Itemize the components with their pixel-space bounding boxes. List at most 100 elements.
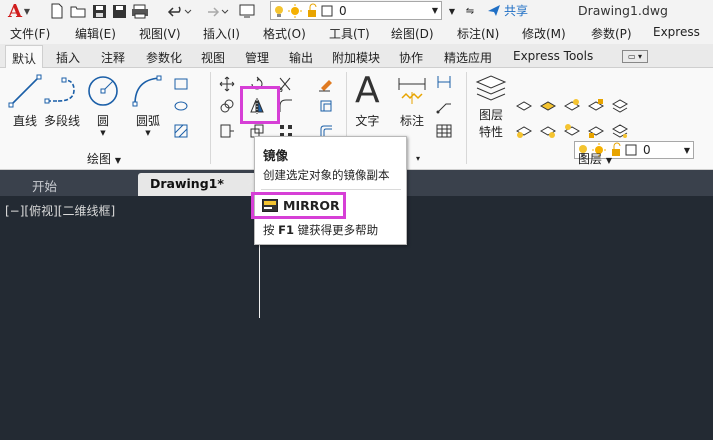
save-icon[interactable] (90, 2, 108, 20)
chevron-down-icon: ▼ (23, 6, 31, 16)
tooltip-title: 镜像 (263, 148, 289, 163)
polyline-label: 多段线 (44, 114, 81, 128)
tab-drawing1[interactable]: Drawing1* (138, 173, 258, 196)
menu-view[interactable]: 视图(V) (139, 25, 181, 42)
chevron-down-icon: ▼ (683, 145, 690, 155)
layer-tool-3-icon[interactable] (563, 98, 581, 114)
layer-tool-7-icon[interactable] (539, 123, 557, 139)
viewport-controls[interactable]: [−][俯视][二维线框] (5, 202, 115, 219)
arc-button[interactable]: 圆弧 ▼ (131, 74, 165, 137)
layer-properties-label-1: 图层 (478, 108, 503, 122)
layer-value: 0 (339, 3, 347, 18)
mirror-tooltip: 镜像 创建选定对象的镜像副本 MIRROR 按 F1 键获得更多帮助 (251, 136, 407, 245)
move-icon[interactable] (219, 76, 235, 92)
draw-panel-title[interactable]: 绘图 ▼ (87, 150, 121, 167)
line-label: 直线 (12, 114, 37, 128)
polyline-button[interactable]: 多段线 (44, 74, 80, 129)
chevron-down-icon: ▼ (100, 129, 106, 137)
tab-express-tools[interactable]: Express Tools (513, 49, 593, 63)
layer-tool-4-icon[interactable] (587, 98, 605, 114)
tab-manage[interactable]: 管理 (245, 49, 269, 66)
menu-format[interactable]: 格式(O) (263, 25, 306, 42)
hatch-icon[interactable] (173, 123, 189, 139)
plot-icon[interactable] (131, 2, 149, 20)
tab-collaborate[interactable]: 协作 (399, 49, 423, 66)
circle-button[interactable]: 圆 ▼ (86, 74, 120, 137)
document-title: Drawing1.dwg (578, 3, 668, 18)
layer-tool-5-icon[interactable] (611, 98, 629, 114)
chevron-down-icon: ▾ (416, 154, 421, 163)
menu-tools[interactable]: 工具(T) (329, 25, 370, 42)
chevron-down-icon: ▼ (431, 6, 438, 15)
title-bar: A ▼ 0 ▼ ▼ ⇋ 共享 Drawing1.dwg (0, 0, 713, 22)
menu-parametric[interactable]: 参数(P) (591, 25, 632, 42)
layer-properties-icon (475, 75, 507, 101)
menu-insert[interactable]: 插入(I) (203, 25, 240, 42)
redo-icon[interactable] (203, 2, 231, 20)
menu-dimension[interactable]: 标注(N) (457, 25, 499, 42)
menu-modify[interactable]: 修改(M) (522, 25, 566, 42)
help-prefix: 按 (263, 223, 279, 237)
tab-start[interactable]: 开始 (20, 173, 69, 196)
tab-home[interactable]: 默认 (5, 45, 44, 69)
tab-insert[interactable]: 插入 (56, 49, 80, 66)
layer-tool-8-icon[interactable] (563, 123, 581, 139)
layer-properties-button[interactable]: 图层 特性 (474, 74, 508, 140)
layer-state-icons (275, 3, 333, 18)
linear-dimension-icon[interactable] (436, 74, 452, 90)
layer-tool-9-icon[interactable] (587, 123, 605, 139)
share-button[interactable]: 共享 (487, 2, 528, 19)
rectangle-icon[interactable] (173, 76, 189, 92)
mirror-tool-highlight (240, 86, 280, 124)
tab-featured-apps[interactable]: 精选应用 (444, 49, 492, 66)
ribbon-options-icon[interactable]: ▭ ▾ (622, 50, 648, 63)
menu-draw[interactable]: 绘图(D) (391, 25, 434, 42)
tab-output[interactable]: 输出 (289, 49, 313, 66)
tab-parametric[interactable]: 参数化 (146, 49, 182, 66)
menu-express[interactable]: Express (653, 25, 700, 39)
ribbon-tabs: 默认 插入 注释 参数化 视图 管理 输出 附加模块 协作 精选应用 Expre… (0, 44, 713, 69)
save-as-icon[interactable] (110, 2, 128, 20)
dimension-button[interactable]: 标注 (396, 74, 428, 129)
copy-icon[interactable] (219, 98, 235, 114)
explode-icon[interactable] (318, 98, 334, 114)
dropdown-arrow-icon[interactable]: ▼ (446, 2, 458, 20)
arc-label: 圆弧 (135, 114, 160, 128)
tab-annotate[interactable]: 注释 (101, 49, 125, 66)
table-icon[interactable] (436, 123, 452, 139)
layer-properties-label-2: 特性 (478, 125, 503, 139)
text-button[interactable]: A 文字 (355, 73, 380, 129)
open-folder-icon[interactable] (69, 2, 87, 20)
layer-tool-1-icon[interactable] (515, 98, 533, 114)
new-file-icon[interactable] (48, 2, 66, 20)
autocad-logo-icon: A (7, 0, 22, 22)
line-button[interactable]: 直线 (8, 74, 42, 129)
line-icon (8, 74, 42, 108)
leader-icon[interactable] (436, 98, 452, 114)
application-menu-button[interactable]: A ▼ (2, 0, 36, 22)
fillet-icon[interactable] (278, 98, 294, 114)
layers-panel-title[interactable]: 图层 ▼ (578, 150, 612, 167)
dimension-label: 标注 (399, 114, 424, 128)
panel-divider (466, 72, 467, 164)
layer-tool-2-icon[interactable] (539, 98, 557, 114)
tooltip-description: 创建选定对象的镜像副本 (263, 168, 390, 182)
layer-tool-6-icon[interactable] (515, 123, 533, 139)
dimension-icon (398, 78, 426, 104)
customize-quick-access-icon[interactable]: ⇋ (459, 2, 481, 20)
erase-icon[interactable] (318, 76, 334, 92)
hatch-ellipse-icon[interactable] (173, 98, 189, 114)
menu-file[interactable]: 文件(F) (10, 25, 50, 42)
layer-dropdown[interactable]: 0 ▼ (270, 1, 442, 20)
share-label: 共享 (504, 4, 529, 18)
layer-tool-10-icon[interactable] (611, 123, 629, 139)
text-label: 文字 (355, 114, 380, 128)
stretch-icon[interactable] (219, 123, 235, 139)
annotation-panel-title[interactable]: ▾ (416, 150, 420, 164)
workspace-switch-icon[interactable] (238, 2, 256, 20)
menu-edit[interactable]: 编辑(E) (75, 25, 116, 42)
tab-view[interactable]: 视图 (201, 49, 225, 66)
undo-icon[interactable] (166, 2, 194, 20)
tab-addins[interactable]: 附加模块 (332, 49, 380, 66)
tooltip-divider (261, 189, 401, 190)
